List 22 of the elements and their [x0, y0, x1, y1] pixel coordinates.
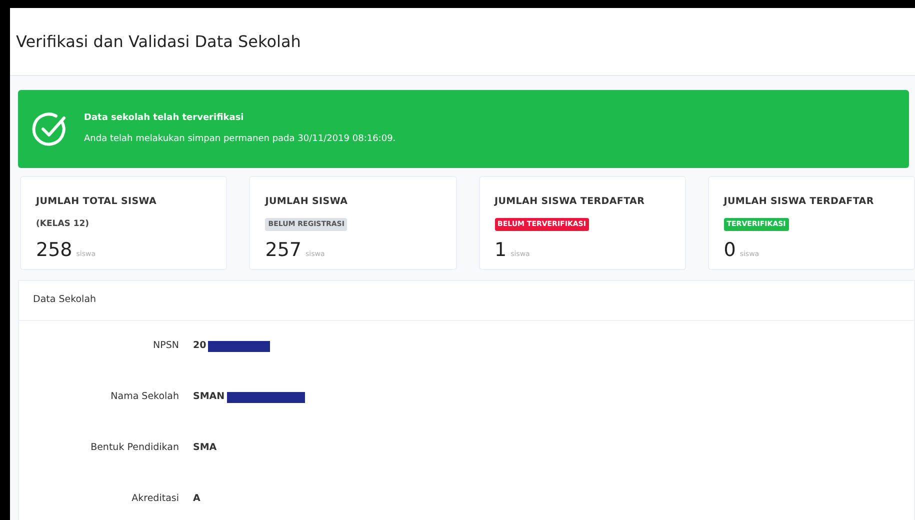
stat-label: JUMLAH TOTAL SISWA	[36, 195, 158, 209]
field-label: Nama Sekolah	[110, 390, 179, 404]
stat-label: JUMLAH SISWA	[265, 195, 349, 209]
field-label: Bentuk Pendidikan	[90, 441, 179, 456]
card-header: Data Sekolah	[19, 281, 914, 321]
stat-label: JUMLAH SISWA TERDAFTAR	[494, 195, 646, 209]
page-title: Verifikasi dan Validasi Data Sekolah	[16, 32, 301, 52]
alert-message: Anda telah melakukan simpan permanen pada 30/11/2019 08:16:09.	[84, 133, 396, 146]
stat-value: 258	[36, 239, 72, 262]
field-value: SMAN	[193, 390, 225, 404]
field-value: 20	[193, 339, 206, 354]
check-circle-icon	[32, 111, 68, 147]
stat-sublabel: (KELAS 12)	[36, 218, 90, 231]
stat-value: 257	[265, 239, 302, 262]
field-label: NPSN	[152, 339, 179, 354]
stat-value: 1	[494, 239, 507, 262]
stat-value: 0	[724, 239, 736, 262]
field-value: SMA	[193, 441, 217, 456]
field-value: A	[193, 492, 200, 506]
alert-title: Data sekolah telah terverifikasi	[84, 112, 245, 124]
field-label: Akreditasi	[130, 492, 179, 506]
stat-label: JUMLAH SISWA TERDAFTAR	[724, 195, 875, 209]
